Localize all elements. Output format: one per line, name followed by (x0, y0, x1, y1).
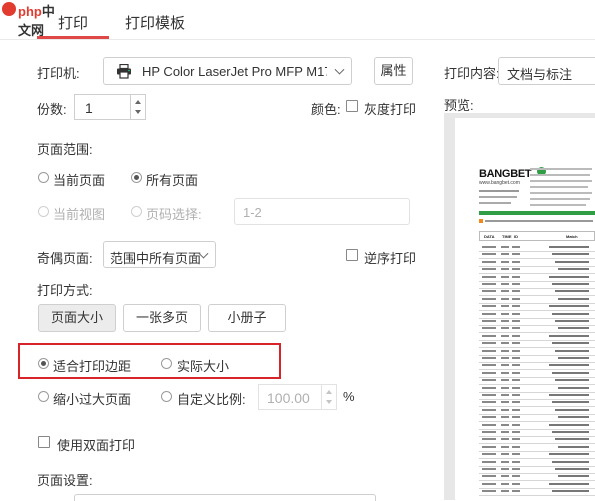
stepper-down-icon[interactable] (326, 400, 332, 404)
scale-unit: % (343, 389, 355, 404)
preview-label: 预览: (444, 98, 474, 113)
radio-fit-margins-label: 适合打印边距 (53, 359, 132, 374)
mode-page-size-button[interactable]: 页面大小 (38, 304, 116, 332)
grayscale-checkbox[interactable] (346, 100, 358, 112)
odd-even-value: 范围中所有页面 (110, 251, 202, 266)
php-logo: php中文网 (0, 0, 66, 38)
logo-mark-icon (2, 2, 16, 16)
printer-select[interactable]: HP Color LaserJet Pro MFP M17 (103, 57, 352, 85)
preview-orange-mark (479, 219, 483, 223)
preview-green-bar (479, 211, 595, 215)
print-mode-title: 打印方式: (37, 283, 93, 298)
custom-scale-value: 100.00 (267, 390, 310, 406)
radio-shrink-oversized[interactable] (38, 391, 49, 402)
printer-value: HP Color LaserJet Pro MFP M17 (142, 64, 327, 79)
preview-site: www.bangbet.com (479, 180, 520, 186)
print-content-label: 打印内容: (444, 66, 500, 81)
stepper-down-icon[interactable] (135, 110, 141, 114)
tab-print-template[interactable]: 打印模板 (125, 12, 185, 33)
radio-all-pages-label: 所有页面 (146, 173, 199, 188)
page-selection-input[interactable]: 1-2 (234, 198, 410, 225)
radio-custom-scale-label: 自定义比例: (177, 392, 246, 407)
radio-fit-margins[interactable] (38, 358, 49, 369)
reverse-print-checkbox[interactable] (346, 249, 358, 261)
radio-actual-size[interactable] (161, 358, 172, 369)
copies-value: 1 (85, 100, 93, 116)
stepper-up-icon[interactable] (135, 100, 141, 104)
chevron-down-icon (334, 64, 345, 75)
logo-text-latin: php (18, 4, 42, 19)
preview-page: BANGBET www.bangbet.com DATA TIME ID Mat… (455, 118, 595, 500)
radio-page-selection[interactable] (131, 206, 142, 217)
radio-actual-size-label: 实际大小 (177, 359, 230, 374)
page-setup-title: 页面设置: (37, 473, 93, 488)
tab-divider (0, 39, 595, 40)
print-content-select[interactable]: 文档与标注 (498, 57, 595, 85)
radio-current-view[interactable] (38, 206, 49, 217)
copies-stepper[interactable]: 1 (74, 94, 146, 120)
preview-table-header: DATA TIME ID Match (479, 231, 595, 241)
page-selection-placeholder: 1-2 (243, 205, 262, 220)
tab-print[interactable]: 打印 (58, 12, 88, 33)
printer-icon (117, 64, 131, 79)
mode-booklet-button[interactable]: 小册子 (208, 304, 286, 332)
duplex-label: 使用双面打印 (57, 438, 136, 453)
preview-brand: BANGBET (479, 168, 532, 180)
copies-label: 份数: (37, 102, 67, 117)
preview-table-row (479, 488, 595, 497)
color-label: 颜色: (311, 102, 341, 117)
radio-all-pages[interactable] (131, 172, 142, 183)
radio-current-page-label: 当前页面 (53, 173, 106, 188)
duplex-checkbox[interactable] (38, 436, 50, 448)
odd-even-label: 奇偶页面: (37, 251, 93, 266)
radio-current-view-label: 当前视图 (53, 207, 106, 222)
odd-even-select[interactable]: 范围中所有页面 (103, 241, 216, 268)
radio-current-page[interactable] (38, 172, 49, 183)
print-content-value: 文档与标注 (507, 67, 573, 82)
grayscale-label: 灰度打印 (364, 102, 417, 117)
custom-scale-stepper[interactable]: 100.00 (258, 384, 337, 410)
reverse-print-label: 逆序打印 (364, 251, 417, 266)
radio-page-selection-label: 页码选择: (146, 207, 202, 222)
radio-shrink-oversized-label: 缩小过大页面 (53, 392, 132, 407)
mode-multi-page-button[interactable]: 一张多页 (123, 304, 201, 332)
stepper-up-icon[interactable] (326, 390, 332, 394)
page-range-title: 页面范围: (37, 142, 93, 157)
printer-label: 打印机: (37, 66, 80, 81)
printer-properties-button[interactable]: 属性 (374, 57, 413, 85)
radio-custom-scale[interactable] (161, 391, 172, 402)
